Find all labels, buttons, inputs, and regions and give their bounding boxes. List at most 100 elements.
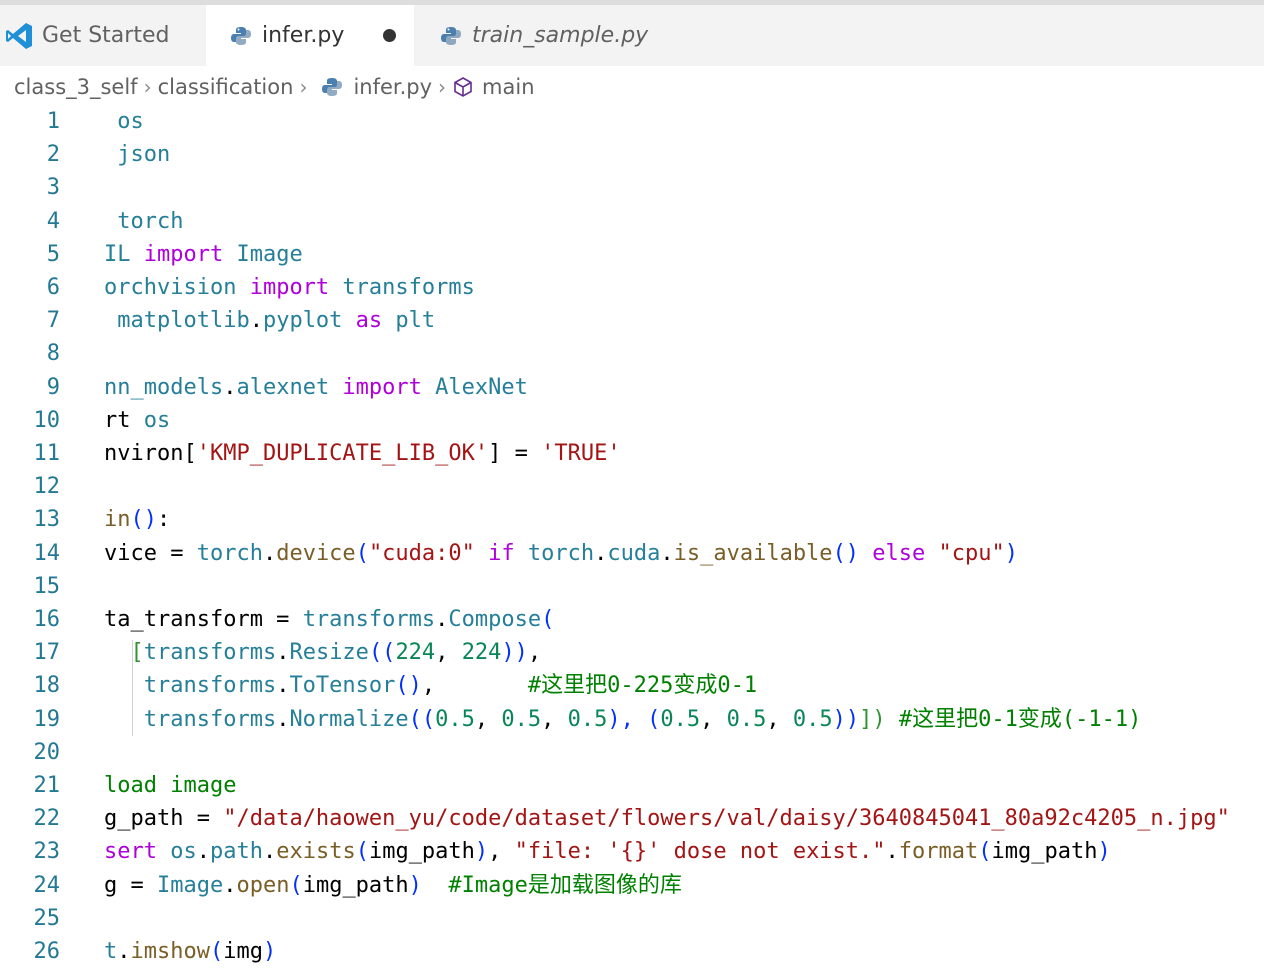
code-token: , xyxy=(488,839,515,865)
code-token: load image xyxy=(104,773,237,798)
code-token: as xyxy=(342,308,396,334)
tab-get-started[interactable]: Get Started xyxy=(0,5,206,66)
code-line[interactable]: 13 in(): xyxy=(0,503,1264,536)
breadcrumb-item-file[interactable]: infer.py xyxy=(353,75,432,99)
code-token: transforms xyxy=(329,275,475,300)
code-line[interactable]: 14 vice = torch.device("cuda:0" if torch.… xyxy=(0,537,1264,570)
code-line[interactable]: 19 transforms.Normalize((0.5, 0.5, 0.5),… xyxy=(0,703,1264,736)
tab-label: infer.py xyxy=(262,23,345,48)
code-line[interactable]: 6 orchvision import transforms xyxy=(0,271,1264,304)
code-text: matplotlib.pyplot as plt xyxy=(104,304,435,337)
code-token: 224 xyxy=(395,640,436,666)
code-token: alexnet xyxy=(236,374,330,400)
tab-train-sample-py[interactable]: train_sample.py xyxy=(414,5,674,66)
code-text: rt os xyxy=(104,404,170,437)
code-token: , xyxy=(435,640,462,666)
code-token: ) xyxy=(474,839,489,865)
code-line[interactable]: 3 xyxy=(0,171,1264,204)
code-line[interactable]: 26 t.imshow(img) xyxy=(0,935,1264,968)
code-text: transforms.ToTensor(), #这里把0-225变成0-1 xyxy=(104,669,757,702)
line-number: 11 xyxy=(33,441,61,466)
line-number: 6 xyxy=(46,275,60,300)
line-number: 1 xyxy=(46,109,60,134)
code-token: . xyxy=(660,540,674,566)
line-number: 5 xyxy=(46,241,60,267)
code-token: open xyxy=(236,872,290,898)
code-line[interactable]: 4 torch xyxy=(0,205,1264,238)
code-line[interactable]: 10 rt os xyxy=(0,404,1264,437)
code-line[interactable]: 12 xyxy=(0,470,1264,503)
cube-symbol-icon xyxy=(454,77,472,97)
code-text: g = Image.open(img_path) #Image是加载图像的库 xyxy=(104,869,682,902)
code-token: , xyxy=(700,706,727,732)
code-line[interactable]: 7 matplotlib.pyplot as plt xyxy=(0,304,1264,337)
code-text: vice = torch.device("cuda:0" if torch.cu… xyxy=(104,537,1018,570)
code-text: IL import Image xyxy=(104,238,303,271)
code-token: orchvision xyxy=(104,275,250,300)
code-line[interactable]: 2 json xyxy=(0,138,1264,171)
code-token: img_path xyxy=(991,839,1098,865)
code-line[interactable]: 24 g = Image.open(img_path) #Image是加载图像的库 xyxy=(0,869,1264,902)
code-text: os xyxy=(104,105,144,138)
code-token: IL xyxy=(104,241,144,267)
code-token: . xyxy=(117,939,131,964)
code-line[interactable]: 20 xyxy=(0,736,1264,769)
unsaved-dot-icon[interactable] xyxy=(383,29,396,42)
code-line[interactable]: 17 [transforms.Resize((224, 224)), xyxy=(0,636,1264,669)
code-token: . xyxy=(262,839,277,865)
code-token: imshow xyxy=(130,939,210,964)
code-text: g_path = "/data/haowen_yu/code/dataset/f… xyxy=(104,802,1230,835)
code-token: ) xyxy=(1004,540,1019,566)
breadcrumb-item-folder[interactable]: classification xyxy=(158,75,294,99)
code-line[interactable]: 8 xyxy=(0,337,1264,370)
code-line[interactable]: 18 transforms.ToTensor(), #这里把0-225变成0-1 xyxy=(0,669,1264,702)
code-token: transforms xyxy=(143,640,277,666)
code-token: json xyxy=(104,142,171,168)
code-token: : xyxy=(157,507,171,533)
code-token: ( xyxy=(355,839,369,865)
code-token: , xyxy=(766,706,793,732)
line-number: 12 xyxy=(33,474,61,500)
code-line[interactable]: 22 g_path = "/data/haowen_yu/code/dataset… xyxy=(0,802,1264,835)
code-token: vice = xyxy=(104,540,197,566)
code-token: , xyxy=(527,640,542,666)
code-text: nn_models.alexnet import AlexNet xyxy=(104,371,528,404)
code-line[interactable]: 23 sert os.path.exists(img_path), "file: … xyxy=(0,835,1264,868)
code-text: sert os.path.exists(img_path), "file: '{… xyxy=(104,835,1111,868)
code-token: () xyxy=(395,673,422,699)
code-token: rt xyxy=(104,407,144,433)
code-token: Compose xyxy=(448,607,542,632)
code-token: () xyxy=(832,540,860,566)
tab-infer-py[interactable]: infer.py xyxy=(206,5,414,66)
code-line[interactable]: 1 os xyxy=(0,105,1264,138)
code-text: json xyxy=(104,138,170,171)
code-token: 0.5 xyxy=(435,706,475,732)
code-token: . xyxy=(249,308,263,334)
code-line[interactable]: 11 nviron['KMP_DUPLICATE_LIB_OK'] = 'TRUE… xyxy=(0,437,1264,470)
code-token: ToTensor xyxy=(289,673,396,699)
code-line[interactable]: 5 IL import Image xyxy=(0,238,1264,271)
code-line[interactable]: 25 xyxy=(0,902,1264,935)
line-number: 10 xyxy=(33,407,61,433)
code-token: os xyxy=(170,839,197,865)
code-token: ] = xyxy=(488,441,542,466)
breadcrumb-item-symbol[interactable]: main xyxy=(482,75,534,99)
line-number: 2 xyxy=(46,142,60,168)
line-number: 25 xyxy=(33,905,61,931)
line-number: 9 xyxy=(46,374,60,400)
code-token: . xyxy=(276,640,290,666)
code-line[interactable]: 15 xyxy=(0,570,1264,603)
code-token: Normalize xyxy=(289,706,409,732)
line-number: 16 xyxy=(33,607,61,632)
code-line[interactable]: 9 nn_models.alexnet import AlexNet xyxy=(0,371,1264,404)
line-number: 14 xyxy=(33,540,61,566)
code-token: ( xyxy=(209,939,224,964)
code-token: device xyxy=(276,540,356,566)
code-line[interactable]: 16 ta_transform = transforms.Compose( xyxy=(0,603,1264,636)
breadcrumb-item-folder[interactable]: class_3_self xyxy=(14,75,138,99)
code-token: import xyxy=(249,275,330,300)
code-line[interactable]: 21 load image xyxy=(0,769,1264,802)
code-token: import xyxy=(329,374,436,400)
code-token: ), ( xyxy=(607,706,661,732)
code-token: ( xyxy=(541,607,555,632)
